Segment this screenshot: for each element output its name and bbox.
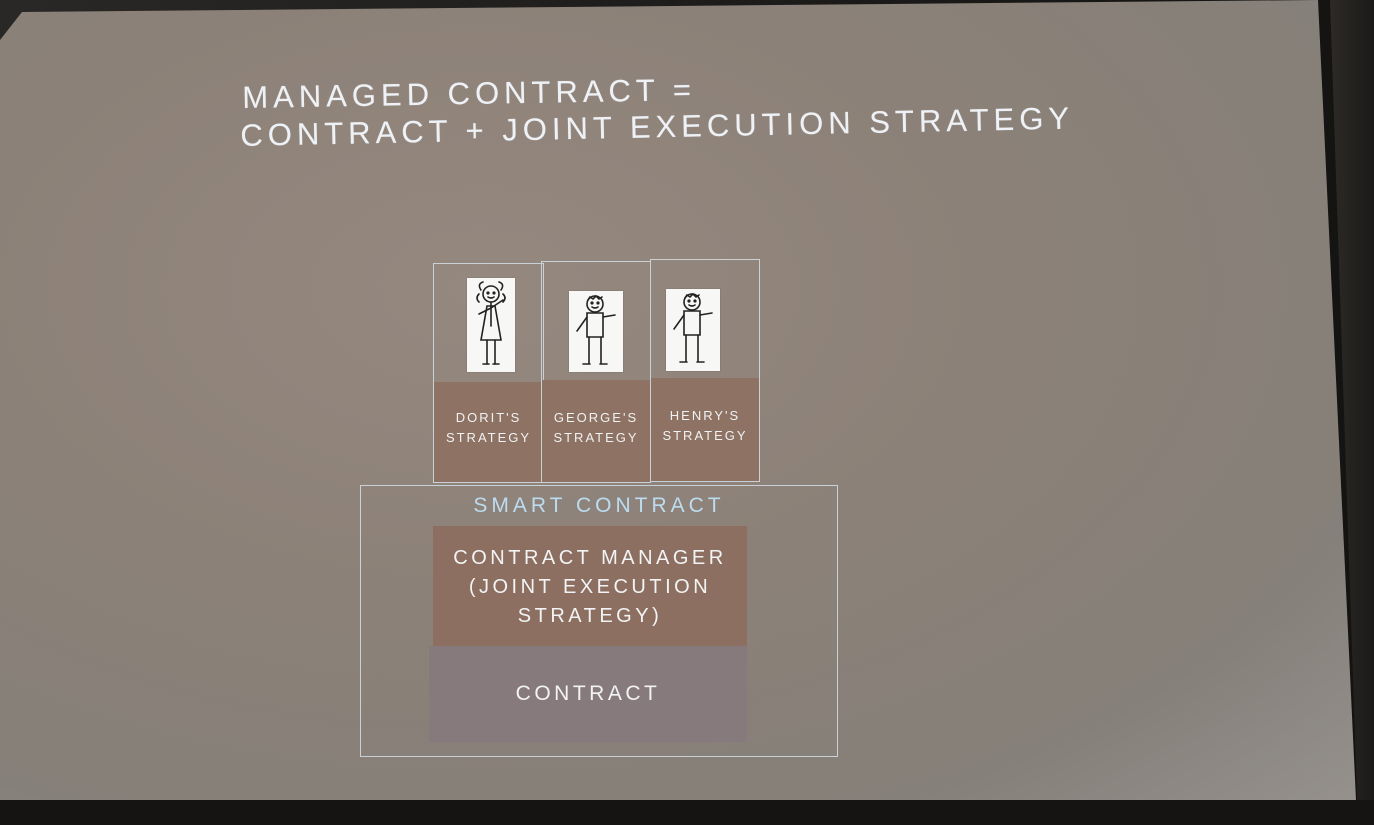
dorit-strategy-label: DORIT'S STRATEGY [434,408,543,448]
henry-strategy-label: HENRY'S STRATEGY [651,406,759,446]
contract-manager-box: CONTRACT MANAGER (JOINT EXECUTION STRATE… [433,526,747,646]
strategy-word: STRATEGY [445,430,532,445]
screen-frame-bottom [0,800,1374,825]
contract-box: CONTRACT [429,646,747,742]
manager-line-3: STRATEGY) [517,605,663,627]
dorit-strategy-box: DORIT'S STRATEGY [433,263,544,483]
strategy-word: STRATEGY [662,428,748,443]
contract-label: CONTRACT [515,682,661,705]
contract-manager-label: CONTRACT MANAGER (JOINT EXECUTION STRATE… [433,544,747,631]
projection-screen: MANAGED CONTRACT = CONTRACT + JOINT EXEC… [0,0,1356,800]
boy-stick-figure-icon [666,289,720,371]
george-strategy-label: GEORGE'S STRATEGY [542,408,650,448]
girl-stick-figure-icon [467,278,515,372]
manager-line-2: (JOINT EXECUTION [468,576,712,598]
manager-line-1: CONTRACT MANAGER [453,547,727,569]
strategy-owner: GEORGE'S [553,410,639,425]
smart-contract-box: SMART CONTRACT CONTRACT MANAGER (JOINT E… [360,485,838,757]
strategy-word: STRATEGY [553,430,639,445]
george-strategy-box: GEORGE'S STRATEGY [541,261,651,483]
strategy-owner: DORIT'S [455,410,522,425]
smart-contract-title: SMART CONTRACT [473,494,725,517]
boy-stick-figure-icon [569,291,623,372]
henry-strategy-box: HENRY'S STRATEGY [650,259,760,482]
strategy-owner: HENRY'S [669,408,741,423]
